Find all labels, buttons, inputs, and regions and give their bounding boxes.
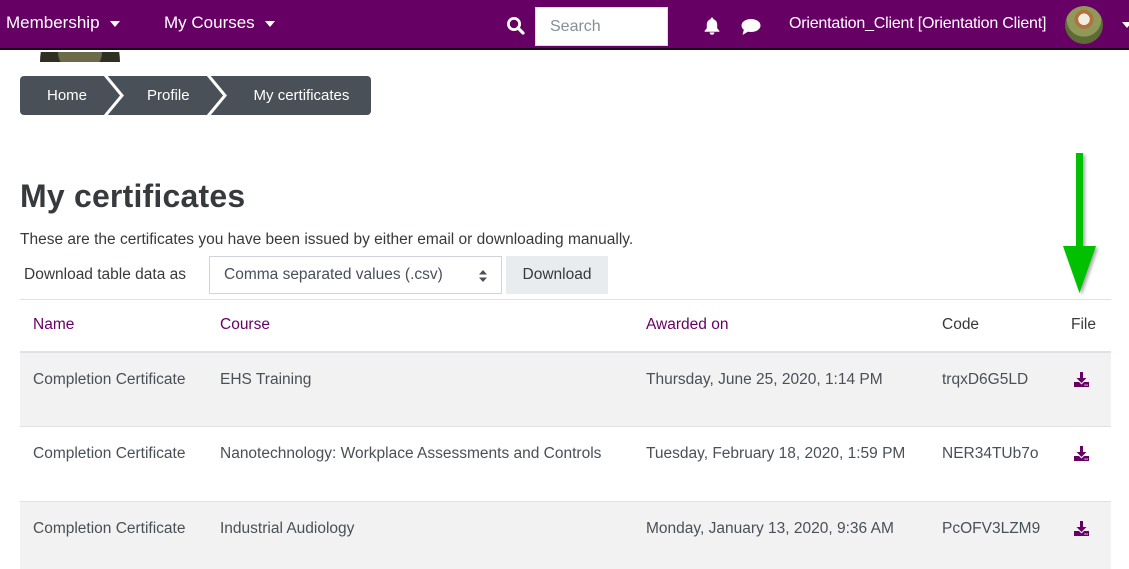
cell-awarded-on: Thursday, June 25, 2020, 1:14 PM [633,351,929,427]
caret-down-icon [264,20,275,27]
table-header-row: Name Course Awarded on Code File [20,299,1111,353]
cell-file [1058,501,1111,569]
nav-menu-my-courses[interactable]: My Courses [164,12,275,34]
download-format-select[interactable]: Comma separated values (.csv) [209,256,502,294]
nav-menu-label: My Courses [164,13,255,32]
nav-menu-label: Membership [6,13,100,32]
column-header-name[interactable]: Name [20,299,207,353]
cell-file [1058,426,1111,502]
profile-picture [0,52,200,62]
certificates-table: Name Course Awarded on Code File Complet… [20,299,1111,569]
bell-icon[interactable] [702,16,722,36]
cell-course: Industrial Audiology [207,501,633,569]
breadcrumb-current: My certificates [253,87,350,104]
search-input[interactable] [535,7,668,46]
avatar[interactable] [1065,6,1103,44]
column-header-file: File [1058,299,1111,353]
column-header-code: Code [929,299,1058,353]
page-intro: These are the certificates you have been… [20,231,634,248]
table-row: Completion Certificate Industrial Audiol… [20,501,1111,569]
search-icon[interactable] [506,16,526,36]
cell-code: trqxD6G5LD [929,351,1058,427]
cell-course: EHS Training [207,351,633,427]
cell-course: Nanotechnology: Workplace Assessments an… [207,426,633,502]
column-header-course[interactable]: Course [207,299,633,353]
download-format-value: Comma separated values (.csv) [224,266,443,283]
cell-code: PcOFV3LZM9 [929,501,1058,569]
annotation-arrow-down-icon [1063,153,1096,293]
download-icon[interactable] [1073,371,1090,388]
download-format-label: Download table data as [24,266,187,283]
table-row: Completion Certificate EHS Training Thur… [20,351,1111,427]
chat-icon[interactable] [740,17,762,37]
cell-file [1058,351,1111,427]
nav-menu-membership[interactable]: Membership [6,12,120,34]
cell-code: NER34TUb7o [929,426,1058,502]
breadcrumb-separator-icon [206,76,231,115]
breadcrumb-profile[interactable]: Profile [128,76,211,115]
user-menu-name[interactable]: Orientation_Client [Orientation Client] [789,14,1046,34]
table-row: Completion Certificate Nanotechnology: W… [20,426,1111,502]
caret-down-icon [109,20,120,27]
page-title: My certificates [20,178,246,214]
download-icon[interactable] [1073,445,1090,462]
download-button[interactable]: Download [506,256,608,294]
breadcrumb-separator-icon [103,76,128,115]
cell-name: Completion Certificate [20,426,207,502]
column-header-awarded-on[interactable]: Awarded on [633,299,929,353]
cell-awarded-on: Monday, January 13, 2020, 9:36 AM [633,501,929,569]
select-arrows-icon [479,270,487,282]
chevron-down-icon[interactable] [1122,22,1129,28]
cell-name: Completion Certificate [20,351,207,427]
top-navbar: Membership My Courses Orientation_Client… [0,0,1129,50]
profile-picture-image [40,52,120,62]
cell-awarded-on: Tuesday, February 18, 2020, 1:59 PM [633,426,929,502]
cell-name: Completion Certificate [20,501,207,569]
breadcrumb-home[interactable]: Home [20,76,108,115]
breadcrumb: Home Profile My certificates [20,76,372,115]
download-icon[interactable] [1073,520,1090,537]
